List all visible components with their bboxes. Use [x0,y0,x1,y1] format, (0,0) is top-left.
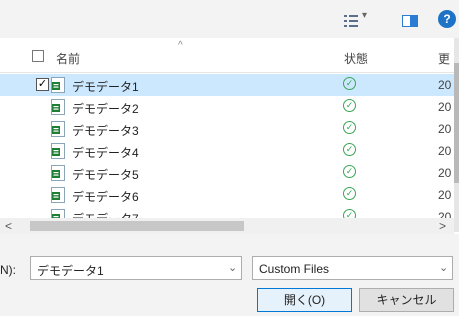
check-circle-icon: ✓ [343,165,356,178]
open-button[interactable]: 開く(O) [257,288,352,312]
file-name[interactable]: デモデータ2 [72,100,139,117]
dialog-footer: N): デモデータ1 ⌄ Custom Files ⌄ 開く(O) キャンセル [0,234,459,316]
check-circle-icon: ✓ [343,99,356,112]
row-checkbox[interactable]: ✓ [36,78,49,91]
file-type-select[interactable]: Custom Files ⌄ [252,256,453,280]
file-row[interactable]: デモデータ2 ✓ 20 [0,96,455,118]
column-header-name[interactable]: 名前 [56,50,80,67]
file-date: 20 [438,122,452,136]
file-name[interactable]: デモデータ5 [72,166,139,183]
file-name[interactable]: デモデータ1 [72,78,139,95]
file-type-value: Custom Files [259,262,330,276]
file-date: 20 [438,78,452,92]
file-row[interactable]: デモデータ6 ✓ 20 [0,184,455,206]
chevron-down-icon[interactable]: ⌄ [228,261,237,274]
spreadsheet-file-icon [51,99,65,115]
file-row[interactable]: デモデータ4 ✓ 20 [0,140,455,162]
select-all-checkbox[interactable] [32,50,44,62]
vertical-scrollbar[interactable] [454,38,459,232]
scroll-right-icon[interactable]: > [439,218,446,234]
horizontal-scrollbar[interactable]: < > [0,218,454,234]
file-row[interactable]: デモデータ3 ✓ 20 [0,118,455,140]
file-date: 20 [438,188,452,202]
chevron-down-icon[interactable]: ⌄ [439,261,448,274]
check-circle-icon: ✓ [343,77,356,90]
spreadsheet-file-icon [51,77,65,93]
preview-pane-icon[interactable] [402,15,418,27]
spreadsheet-file-icon [51,187,65,203]
vertical-scrollbar-thumb[interactable] [454,63,459,183]
chevron-down-icon[interactable]: ▾ [362,10,367,21]
file-date: 20 [438,100,452,114]
file-name-input[interactable]: デモデータ1 ⌄ [30,256,242,280]
spreadsheet-file-icon [51,143,65,159]
file-row[interactable]: ✓ デモデータ1 ✓ 20 [0,74,455,96]
view-options-icon[interactable] [344,15,358,27]
horizontal-scrollbar-thumb[interactable] [30,221,244,231]
file-name[interactable]: デモデータ6 [72,188,139,205]
column-header-date[interactable]: 更 [438,50,450,67]
column-header-status[interactable]: 状態 [344,50,368,67]
file-name-value: デモデータ1 [37,264,104,278]
check-circle-icon: ✓ [343,143,356,156]
spreadsheet-file-icon [51,165,65,181]
help-icon[interactable]: ? [438,10,456,28]
toolbar: ▾ ? [0,0,459,38]
sort-up-icon: ^ [178,40,183,51]
file-date: 20 [438,166,452,180]
file-list: 名前 ^ 状態 更 ✓ デモデータ1 ✓ 20 デモデータ2 ✓ 20 デモデータ3 ✓ 20 デモ… [0,38,459,248]
scroll-left-icon[interactable]: < [5,218,12,234]
check-circle-icon: ✓ [343,121,356,134]
column-header-row: 名前 ^ 状態 更 [0,38,459,73]
file-name-label: N): [0,263,16,277]
cancel-button[interactable]: キャンセル [359,288,454,312]
check-circle-icon: ✓ [343,187,356,200]
file-row[interactable]: デモデータ5 ✓ 20 [0,162,455,184]
file-date: 20 [438,144,452,158]
file-name[interactable]: デモデータ4 [72,144,139,161]
spreadsheet-file-icon [51,121,65,137]
file-name[interactable]: デモデータ3 [72,122,139,139]
